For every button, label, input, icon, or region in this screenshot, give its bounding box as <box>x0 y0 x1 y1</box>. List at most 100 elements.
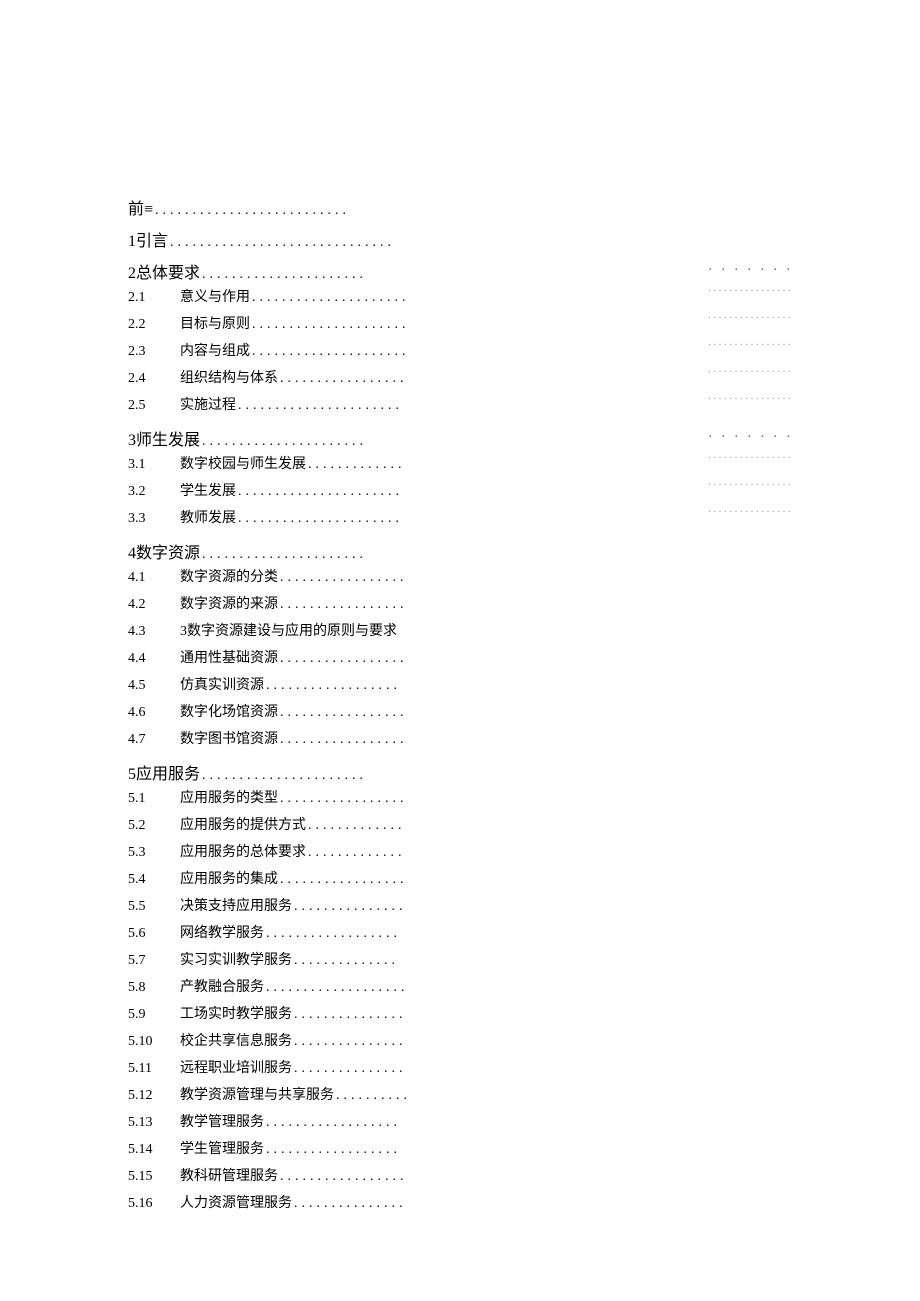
toc-section-number: 5.11 <box>128 1061 180 1077</box>
toc-label: 组织结构与体系 <box>180 367 278 387</box>
toc-entry: 5.10校企共享信息服务............... <box>128 1030 793 1048</box>
toc-section-number: 2.1 <box>128 290 180 306</box>
toc-leader-dots: ...................... <box>236 511 403 527</box>
toc-label: 2总体要求 <box>128 259 200 283</box>
toc-leader-dots: ................. <box>278 597 408 613</box>
toc-entry: 4.2数字资源的来源................. <box>128 593 793 611</box>
toc-right-marks: ················ <box>708 313 793 324</box>
toc-leader-dots: ................. <box>278 570 408 586</box>
toc-entry: 5.5决策支持应用服务............... <box>128 895 793 913</box>
toc-section-number: 5.9 <box>128 1007 180 1023</box>
toc-entry: 5.4应用服务的集成................. <box>128 868 793 886</box>
toc-label: 学生管理服务 <box>180 1138 264 1158</box>
toc-leader-dots: ...................... <box>200 434 367 450</box>
toc-label: 应用服务的集成 <box>180 868 278 888</box>
toc-label: 应用服务的类型 <box>180 787 278 807</box>
toc-leader-dots: ................. <box>278 732 408 748</box>
toc-section-number: 4.2 <box>128 597 180 613</box>
toc-label: 数字资源的来源 <box>180 593 278 613</box>
toc-section-number: 5.3 <box>128 845 180 861</box>
toc-entry: 2.1意义与作用.....................···········… <box>128 286 793 304</box>
toc-label: 人力资源管理服务 <box>180 1192 292 1212</box>
toc-leader-dots: ............. <box>306 845 406 861</box>
toc-leader-dots: ................. <box>278 705 408 721</box>
toc-entry: 3.2学生发展......................···········… <box>128 480 793 498</box>
toc-label: 实施过程 <box>180 394 236 414</box>
toc-entry: 5.15教科研管理服务................. <box>128 1165 793 1183</box>
toc-leader-dots: .............. <box>292 953 399 969</box>
toc-entry: 5.8产教融合服务................... <box>128 976 793 994</box>
toc-label: 内容与组成 <box>180 340 250 360</box>
toc-leader-dots: ..................... <box>250 344 410 360</box>
toc-entry: 4.7数字图书馆资源................. <box>128 728 793 746</box>
toc-section-number: 5.15 <box>128 1169 180 1185</box>
toc-leader-dots: .................. <box>264 926 401 942</box>
toc-entry: 2.2目标与原则.....................···········… <box>128 313 793 331</box>
toc-entry: 5.11远程职业培训服务............... <box>128 1057 793 1075</box>
toc-entry: 4数字资源...................... <box>128 539 793 557</box>
toc-label: 1引言 <box>128 227 168 251</box>
toc-leader-dots: ............. <box>306 457 406 473</box>
toc-leader-dots: ..................... <box>250 317 410 333</box>
toc-leader-dots: ...................... <box>200 547 367 563</box>
toc-label: 数字资源的分类 <box>180 566 278 586</box>
toc-right-marks: . . . . . . . <box>709 259 794 275</box>
toc-leader-dots: ...................... <box>236 484 403 500</box>
toc-entry: 5.7实习实训教学服务.............. <box>128 949 793 967</box>
toc-entry: 5.13教学管理服务.................. <box>128 1111 793 1129</box>
toc-section-number: 5.4 <box>128 872 180 888</box>
toc-section-number: 5.7 <box>128 953 180 969</box>
toc-label: 教科研管理服务 <box>180 1165 278 1185</box>
toc-leader-dots: ................. <box>278 651 408 667</box>
toc-leader-dots: ............... <box>292 1196 407 1212</box>
toc-entry: 1引言.............................. <box>128 227 793 245</box>
toc-leader-dots: ...................... <box>236 398 403 414</box>
toc-leader-dots: .................. <box>264 1142 401 1158</box>
toc-section-number: 5.2 <box>128 818 180 834</box>
toc-entry: 3师生发展....................... . . . . . . <box>128 426 793 444</box>
toc-section-number: 4.1 <box>128 570 180 586</box>
toc-leader-dots: ................. <box>278 1169 408 1185</box>
toc-label: 4数字资源 <box>128 539 200 563</box>
toc-label: 校企共享信息服务 <box>180 1030 292 1050</box>
toc-entry: 4.33数字资源建设与应用的原则与要求 <box>128 620 793 638</box>
toc-right-marks: ················ <box>708 286 793 297</box>
toc-label: 学生发展 <box>180 480 236 500</box>
toc-leader-dots: ................. <box>278 872 408 888</box>
toc-right-marks: ················ <box>708 394 793 405</box>
toc-label: 意义与作用 <box>180 286 250 306</box>
toc-label: 目标与原则 <box>180 313 250 333</box>
toc-leader-dots: ................... <box>264 980 409 996</box>
toc-entry: 前≡.......................... <box>128 195 793 213</box>
toc-leader-dots: ...................... <box>200 267 367 283</box>
toc-label: 数字校园与师生发展 <box>180 453 306 473</box>
toc-leader-dots: ............... <box>292 899 407 915</box>
toc-entry: 2总体要求....................... . . . . . . <box>128 259 793 277</box>
toc-entry: 5.1应用服务的类型................. <box>128 787 793 805</box>
toc-section-number: 3.2 <box>128 484 180 500</box>
toc-right-marks: ················ <box>708 453 793 464</box>
toc-entry: 5.9工场实时教学服务............... <box>128 1003 793 1021</box>
toc-leader-dots: .............................. <box>168 235 395 251</box>
toc-section-number: 4.3 <box>128 624 180 640</box>
toc-label: 应用服务的总体要求 <box>180 841 306 861</box>
toc-leader-dots: .......................... <box>153 203 350 219</box>
toc-entry: 4.4通用性基础资源................. <box>128 647 793 665</box>
toc-label: 通用性基础资源 <box>180 647 278 667</box>
toc-label: 数字化场馆资源 <box>180 701 278 721</box>
toc-entry: 4.1数字资源的分类................. <box>128 566 793 584</box>
toc-leader-dots: ...................... <box>200 768 367 784</box>
toc-label: 数字图书馆资源 <box>180 728 278 748</box>
toc-section-number: 5.1 <box>128 791 180 807</box>
toc-right-marks: ················ <box>708 340 793 351</box>
toc-label: 决策支持应用服务 <box>180 895 292 915</box>
toc-label: 教学资源管理与共享服务 <box>180 1084 334 1104</box>
toc-leader-dots: ............. <box>306 818 406 834</box>
toc-label: 前≡ <box>128 195 153 219</box>
toc-entry: 5.14学生管理服务.................. <box>128 1138 793 1156</box>
toc-entry: 5.6网络教学服务.................. <box>128 922 793 940</box>
toc-section-number: 5.12 <box>128 1088 180 1104</box>
toc-entry: 2.3内容与组成.....................···········… <box>128 340 793 358</box>
toc-section-number: 5.13 <box>128 1115 180 1131</box>
toc-label: 产教融合服务 <box>180 976 264 996</box>
